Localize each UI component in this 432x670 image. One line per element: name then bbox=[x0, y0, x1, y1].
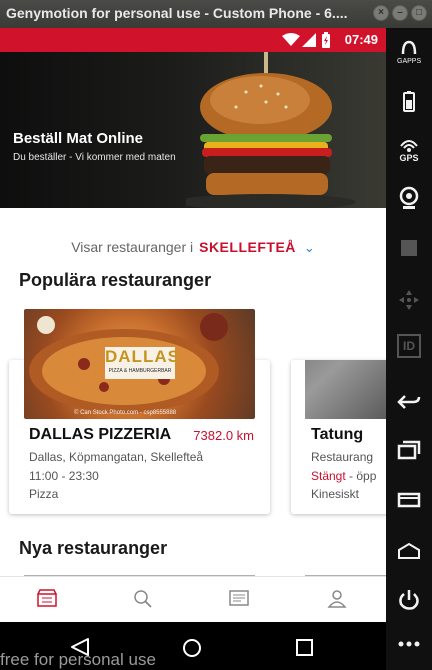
screencast-button[interactable] bbox=[397, 238, 421, 262]
restaurant-logo: DALLAS PIZZA & HAMBURGERBAR bbox=[105, 347, 180, 379]
restaurant-name: DALLAS PIZZERIA bbox=[29, 426, 172, 443]
city-selector-label: Visar restauranger i bbox=[71, 239, 194, 255]
menu-icon bbox=[397, 492, 421, 508]
gps-button[interactable]: GPS bbox=[397, 138, 421, 163]
new-section-title: Nya restauranger bbox=[19, 538, 168, 558]
more-button[interactable] bbox=[397, 640, 421, 664]
recent-apps-icon bbox=[397, 440, 421, 460]
signal-icon bbox=[302, 33, 316, 47]
more-dots-icon bbox=[398, 641, 420, 647]
device-id-button[interactable]: ID bbox=[397, 334, 421, 358]
restaurant-card[interactable]: Tatung Restaurang Stängt - öpp Kinesiskt bbox=[291, 360, 386, 514]
orders-tab[interactable] bbox=[229, 589, 253, 611]
chevron-down-icon[interactable]: ⌄ bbox=[304, 240, 315, 255]
gapps-button[interactable]: GAPPS bbox=[397, 40, 422, 65]
battery-button[interactable] bbox=[397, 90, 421, 114]
power-button[interactable] bbox=[397, 588, 421, 612]
popular-section-title: Populära restauranger bbox=[19, 270, 212, 290]
restaurants-tab[interactable] bbox=[37, 589, 61, 611]
restaurant-name: Tatung bbox=[311, 426, 364, 443]
power-icon bbox=[399, 590, 419, 610]
watermark-text: free for personal use bbox=[0, 650, 156, 669]
back-arrow-icon bbox=[397, 395, 421, 409]
android-status-bar: 07:49 bbox=[0, 28, 386, 52]
restaurant-address: Restaurang bbox=[311, 450, 374, 464]
home-icon[interactable] bbox=[182, 638, 202, 658]
emulator-side-panel: GAPPS GPS ID bbox=[386, 28, 432, 670]
gapps-icon bbox=[401, 40, 417, 55]
restaurant-address: Dallas, Köpmangatan, Skellefteå bbox=[29, 450, 204, 464]
restaurant-distance: 7382.0 km bbox=[193, 428, 254, 443]
hero-title: Beställ Mat Online bbox=[13, 130, 144, 147]
home-button[interactable] bbox=[397, 540, 421, 564]
restaurant-category: Kinesiskt bbox=[311, 487, 360, 501]
wifi-icon bbox=[282, 33, 300, 46]
store-icon bbox=[37, 589, 57, 607]
hero-banner: Beställ Mat Online Du beställer - Vi kom… bbox=[0, 52, 386, 208]
camera-button[interactable] bbox=[397, 186, 421, 210]
burger-image bbox=[186, 52, 356, 208]
logo-subtext: PIZZA & HAMBURGERBAR bbox=[108, 368, 172, 374]
device-id-label: ID bbox=[397, 334, 421, 358]
gps-icon bbox=[400, 140, 418, 152]
gps-label: GPS bbox=[399, 153, 419, 163]
selected-city[interactable]: SKELLEFTEÅ bbox=[199, 239, 296, 255]
restaurant-status: Stängt - öpp bbox=[311, 469, 376, 483]
recent-apps-icon[interactable] bbox=[296, 639, 313, 656]
photo-credit: © Can Stock Photo.com - csp8555888 bbox=[74, 410, 177, 416]
maximize-window-button[interactable]: □ bbox=[411, 5, 427, 21]
minimize-window-button[interactable]: – bbox=[392, 5, 408, 21]
restaurant-hours: 11:00 - 23:30 bbox=[29, 469, 99, 483]
dpad-icon bbox=[399, 290, 419, 310]
profile-tab[interactable] bbox=[327, 589, 351, 611]
restaurant-image[interactable] bbox=[305, 360, 386, 419]
restaurant-image[interactable]: DALLAS PIZZA & HAMBURGERBAR © Can Stock … bbox=[24, 309, 255, 419]
home-icon bbox=[398, 542, 420, 559]
clapperboard-icon bbox=[401, 240, 417, 256]
menu-button[interactable] bbox=[397, 490, 421, 514]
recent-apps-button[interactable] bbox=[397, 440, 421, 464]
search-tab[interactable] bbox=[133, 589, 157, 611]
restaurant-category: Pizza bbox=[29, 487, 59, 501]
battery-icon bbox=[322, 32, 330, 48]
logo-text: DALLAS bbox=[105, 347, 180, 366]
close-window-button[interactable]: × bbox=[373, 5, 389, 21]
gapps-label: GAPPS bbox=[397, 58, 422, 65]
webcam-icon bbox=[399, 186, 419, 209]
phone-screen: 07:49 Beställ Mat Online Du beställer - … bbox=[0, 28, 386, 622]
city-selector[interactable]: Visar restauranger i SKELLEFTEÅ ⌄ bbox=[0, 239, 386, 256]
clock: 07:49 bbox=[344, 32, 378, 47]
user-icon bbox=[327, 590, 347, 608]
hero-subtitle: Du beställer - Vi kommer med maten bbox=[13, 152, 176, 163]
receipt-icon bbox=[229, 590, 249, 606]
back-button[interactable] bbox=[397, 392, 421, 416]
bottom-navigation bbox=[0, 576, 386, 622]
status-closed: Stängt bbox=[311, 469, 346, 483]
window-titlebar: Genymotion for personal use - Custom Pho… bbox=[0, 0, 432, 28]
battery-icon bbox=[403, 91, 415, 112]
dpad-button[interactable] bbox=[397, 288, 421, 312]
search-icon bbox=[134, 590, 152, 608]
status-suffix: - öpp bbox=[345, 469, 377, 483]
window-title: Genymotion for personal use - Custom Pho… bbox=[6, 5, 348, 21]
